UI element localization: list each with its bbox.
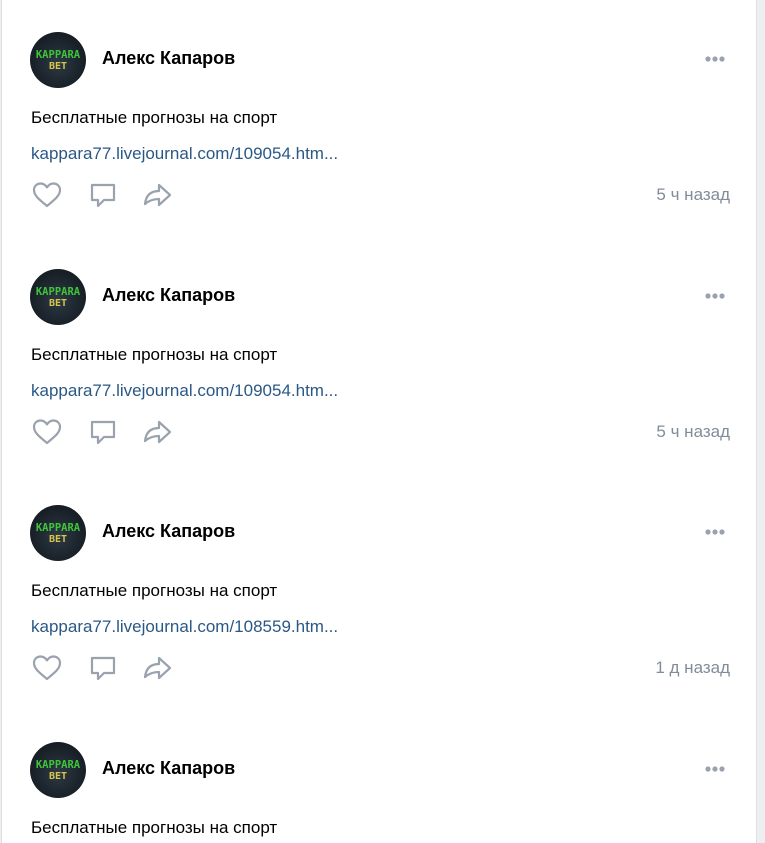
avatar-logo-image: KAPPARA BET	[36, 49, 81, 72]
post-author-name[interactable]: Алекс Капаров	[102, 47, 235, 69]
like-button[interactable]	[31, 180, 63, 210]
post-more-button[interactable]	[701, 286, 729, 306]
post-text: Бесплатные прогнозы на спорт	[31, 581, 278, 600]
comment-button[interactable]	[87, 180, 119, 210]
post-more-button[interactable]	[701, 759, 729, 779]
post-author-name[interactable]: Алекс Капаров	[102, 284, 235, 306]
avatar-text-bottom: BET	[49, 771, 67, 782]
post-text: Бесплатные прогнозы на спорт	[31, 818, 278, 837]
post-link[interactable]: kappara77.livejournal.com/108559.htm...	[31, 616, 338, 638]
avatar-text-top: KAPPARA	[36, 286, 81, 298]
avatar-text-bottom: BET	[49, 298, 67, 309]
post: KAPPARA BET Алекс Капаров Бесплатные про…	[2, 0, 756, 237]
avatar-text-top: KAPPARA	[36, 759, 81, 771]
like-button[interactable]	[31, 417, 63, 447]
like-button[interactable]	[31, 653, 63, 683]
news-feed: KAPPARA BET Алекс Капаров Бесплатные про…	[1, 0, 757, 843]
post-author-name[interactable]: Алекс Капаров	[102, 757, 235, 779]
comment-button[interactable]	[87, 417, 119, 447]
post: KAPPARA BET Алекс Капаров Бесплатные про…	[2, 473, 756, 710]
post-link[interactable]: kappara77.livejournal.com/109054.htm...	[31, 143, 338, 165]
heart-outline-icon	[32, 655, 62, 681]
share-arrow-icon	[143, 656, 172, 680]
post: KAPPARA BET Алекс Капаров Бесплатные про…	[2, 237, 756, 474]
avatar[interactable]: KAPPARA BET	[30, 505, 86, 561]
share-arrow-icon	[143, 420, 172, 444]
more-horizontal-icon	[705, 529, 725, 535]
avatar[interactable]: KAPPARA BET	[30, 742, 86, 798]
post-author-name[interactable]: Алекс Капаров	[102, 520, 235, 542]
heart-outline-icon	[32, 419, 62, 445]
post-timestamp[interactable]: 1 д назад	[655, 657, 730, 679]
avatar-logo-image: KAPPARA BET	[36, 522, 81, 545]
post-more-button[interactable]	[701, 522, 729, 542]
more-horizontal-icon	[705, 293, 725, 299]
comment-outline-icon	[90, 656, 116, 681]
share-button[interactable]	[141, 180, 173, 210]
avatar[interactable]: KAPPARA BET	[30, 269, 86, 325]
post-more-button[interactable]	[701, 49, 729, 69]
avatar-text-top: KAPPARA	[36, 522, 81, 534]
more-horizontal-icon	[705, 766, 725, 772]
avatar-text-top: KAPPARA	[36, 49, 81, 61]
avatar-text-bottom: BET	[49, 61, 67, 72]
more-horizontal-icon	[705, 56, 725, 62]
post-link[interactable]: kappara77.livejournal.com/109054.htm...	[31, 380, 338, 402]
share-button[interactable]	[141, 653, 173, 683]
comment-outline-icon	[90, 420, 116, 445]
post: KAPPARA BET Алекс Капаров Бесплатные про…	[2, 710, 756, 843]
share-arrow-icon	[143, 183, 172, 207]
avatar[interactable]: KAPPARA BET	[30, 32, 86, 88]
post-text: Бесплатные прогнозы на спорт	[31, 108, 278, 127]
comment-outline-icon	[90, 183, 116, 208]
heart-outline-icon	[32, 182, 62, 208]
avatar-logo-image: KAPPARA BET	[36, 286, 81, 309]
post-text: Бесплатные прогнозы на спорт	[31, 345, 278, 364]
post-timestamp[interactable]: 5 ч назад	[656, 421, 730, 443]
post-timestamp[interactable]: 5 ч назад	[656, 184, 730, 206]
share-button[interactable]	[141, 417, 173, 447]
avatar-text-bottom: BET	[49, 534, 67, 545]
avatar-logo-image: KAPPARA BET	[36, 759, 81, 782]
comment-button[interactable]	[87, 653, 119, 683]
